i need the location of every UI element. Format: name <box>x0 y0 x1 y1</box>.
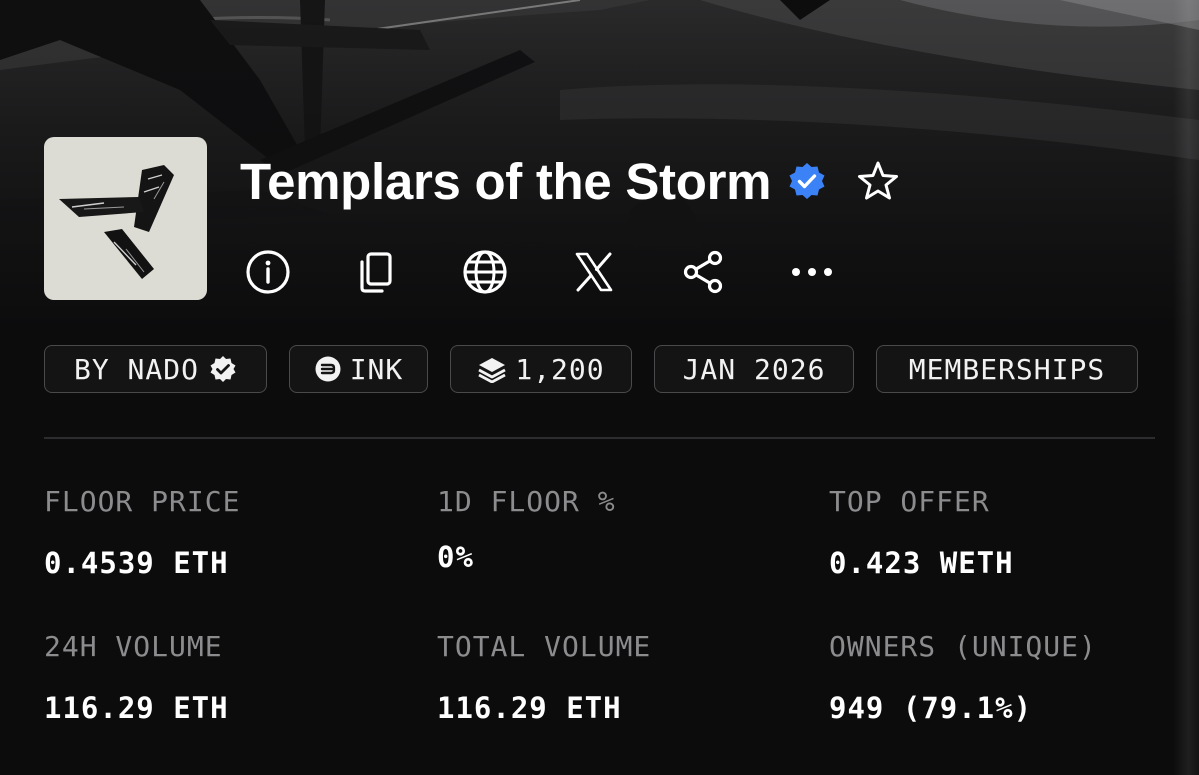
stat-value: 949 (79.1%) <box>829 691 1033 725</box>
stat-label: 1D FLOOR % <box>437 485 616 518</box>
chain-tag[interactable]: INK <box>289 345 428 393</box>
stat-floor-price: FLOOR PRICE 0.4539 ETH <box>44 485 240 580</box>
share-button[interactable] <box>677 246 729 298</box>
date-tag[interactable]: JAN 2026 <box>654 345 854 393</box>
stat-label: TOP OFFER <box>829 485 990 518</box>
supply-tag[interactable]: 1,200 <box>450 345 632 393</box>
stat-24h-volume: 24H VOLUME 116.29 ETH <box>44 630 229 725</box>
stat-value: 0.4539 ETH <box>44 546 229 580</box>
stat-owners: OWNERS (UNIQUE) 949 (79.1%) <box>829 630 1097 725</box>
star-outline-icon[interactable] <box>855 158 901 204</box>
more-horizontal-icon <box>792 268 832 276</box>
creator-verified-icon <box>210 356 236 382</box>
stat-floor-change: 1D FLOOR % 0% <box>437 485 616 574</box>
stat-value: 116.29 ETH <box>437 691 622 725</box>
collection-title: Templars of the Storm <box>240 152 772 210</box>
supply-tag-label: 1,200 <box>515 352 605 386</box>
collection-logo <box>44 137 207 300</box>
collection-header: Templars of the Storm <box>240 150 901 212</box>
stat-label: TOTAL VOLUME <box>437 630 652 663</box>
stat-value: 0% <box>437 540 474 574</box>
info-icon <box>246 250 290 294</box>
website-button[interactable] <box>459 246 511 298</box>
x-logo-icon <box>575 252 613 292</box>
stat-label: 24H VOLUME <box>44 630 223 663</box>
verified-badge-icon <box>789 163 825 199</box>
stat-value: 0.423 WETH <box>829 546 1014 580</box>
x-link-button[interactable] <box>568 246 620 298</box>
more-button[interactable] <box>786 246 838 298</box>
scroll-edge <box>1173 0 1199 775</box>
category-tag[interactable]: MEMBERSHIPS <box>876 345 1138 393</box>
stat-label: OWNERS (UNIQUE) <box>829 630 1097 663</box>
copy-button[interactable] <box>350 246 402 298</box>
stat-top-offer: TOP OFFER 0.423 WETH <box>829 485 1014 580</box>
section-divider <box>44 437 1155 439</box>
share-icon <box>683 250 723 294</box>
category-tag-label: MEMBERSHIPS <box>908 352 1106 386</box>
chain-tag-label: INK <box>349 352 404 386</box>
creator-tag-label: BY NADO <box>73 352 199 386</box>
stat-label: FLOOR PRICE <box>44 485 241 518</box>
info-button[interactable] <box>242 246 294 298</box>
layers-icon <box>478 358 507 383</box>
copy-icon <box>360 252 392 293</box>
ink-chain-icon <box>315 356 341 382</box>
globe-icon <box>463 250 507 294</box>
templar-logo-icon <box>59 165 174 279</box>
stat-value: 116.29 ETH <box>44 691 229 725</box>
creator-tag[interactable]: BY NADO <box>44 345 267 393</box>
stat-total-volume: TOTAL VOLUME 116.29 ETH <box>437 630 651 725</box>
date-tag-label: JAN 2026 <box>682 352 826 386</box>
